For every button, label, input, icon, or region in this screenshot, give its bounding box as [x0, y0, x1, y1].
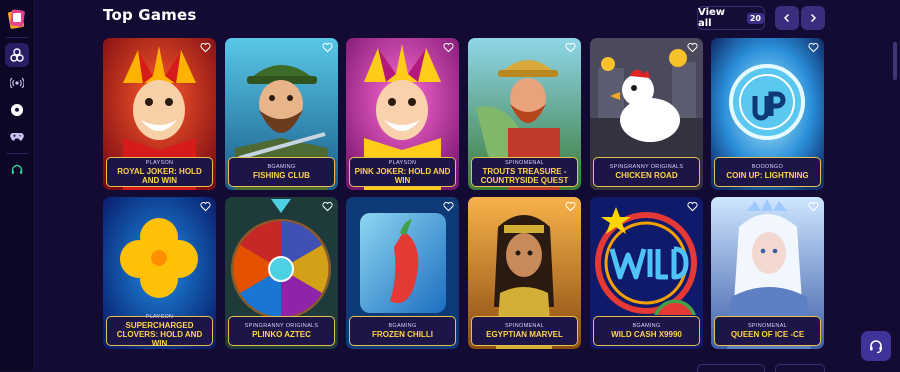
favorite-heart-icon[interactable] — [200, 201, 211, 212]
favorite-heart-icon[interactable] — [443, 42, 454, 53]
headset-icon — [11, 164, 23, 174]
favorite-heart-icon[interactable] — [808, 42, 819, 53]
game-card-coin-up-lightning[interactable]: BOOONGO COIN UP: LIGHTNING — [711, 38, 824, 190]
headset-icon — [870, 340, 882, 354]
logo-icon[interactable] — [7, 8, 27, 30]
game-provider: SPINOMENAL — [504, 159, 545, 166]
game-provider: BGAMING — [267, 164, 296, 170]
view-all-count-badge: 20 — [746, 12, 764, 24]
sidebar-item-casino[interactable] — [5, 43, 29, 67]
next-section-view-all-button[interactable] — [697, 364, 765, 372]
favorite-heart-icon[interactable] — [565, 201, 576, 212]
game-name: ROYAL JOKER: HOLD AND WIN — [117, 166, 202, 185]
game-label: SPINGRANNY ORIGINALS PLINKO AZTEC — [228, 316, 335, 346]
game-card-wild-cash[interactable]: BGAMING WILD CASH X9990 — [590, 197, 703, 349]
favorite-heart-icon[interactable] — [322, 201, 333, 212]
game-name: SUPERCHARGED CLOVERS: HOLD AND WIN — [116, 321, 203, 348]
favorite-heart-icon[interactable] — [687, 42, 698, 53]
game-name: FISHING CLUB — [253, 171, 310, 180]
game-card-trouts-treasure[interactable]: SPINOMENAL TROUTS TREASURE - COUNTRYSIDE… — [468, 38, 581, 190]
game-label: PLAYSON ROYAL JOKER: HOLD AND WIN — [106, 157, 213, 187]
game-name: PINK JOKER: HOLD AND WIN — [354, 166, 451, 185]
game-name: WILD CASH X9990 — [611, 330, 682, 339]
game-provider: BOOONGO — [751, 164, 784, 170]
game-provider: SPINOMENAL — [504, 323, 545, 329]
game-label: BOOONGO COIN UP: LIGHTNING — [714, 157, 821, 187]
game-name: FROZEN CHILLI — [372, 330, 433, 339]
game-card-frozen-chilli[interactable]: BGAMING FROZEN CHILLI — [346, 197, 459, 349]
game-provider: PLAYSON — [145, 314, 174, 320]
game-label: BGAMING WILD CASH X9990 — [593, 316, 700, 346]
game-name: QUEEN OF ICE -CE — [730, 330, 805, 339]
game-card-fishing-club[interactable]: BGAMING FISHING CLUB — [225, 38, 338, 190]
sidebar-item-support[interactable] — [5, 158, 29, 182]
game-label: SPINGRANNY ORIGINALS CHICKEN ROAD — [593, 157, 700, 187]
next-button[interactable] — [801, 6, 825, 30]
game-name: PLINKO AZTEC — [252, 330, 311, 339]
page-scrollbar-thumb[interactable] — [893, 42, 897, 80]
sidebar — [0, 0, 35, 370]
chevron-right-icon — [810, 13, 817, 23]
soccer-ball-icon — [11, 104, 23, 116]
game-label: PLAYSON SUPERCHARGED CLOVERS: HOLD AND W… — [106, 314, 213, 348]
game-provider: BGAMING — [632, 323, 661, 329]
view-all-label: View all — [698, 7, 726, 29]
sidebar-divider — [6, 37, 28, 38]
poker-chips-icon — [10, 48, 24, 62]
view-all-button[interactable]: View all 20 — [697, 6, 765, 30]
favorite-heart-icon[interactable] — [322, 42, 333, 53]
game-provider: SPINGRANNY ORIGINALS — [244, 323, 319, 329]
game-name: CHICKEN ROAD — [615, 171, 678, 180]
game-label: BGAMING FISHING CLUB — [228, 157, 335, 187]
game-provider: BGAMING — [388, 323, 417, 329]
section-title: Top Games — [103, 6, 197, 24]
game-card-queen-of-ice[interactable]: SPINOMENAL QUEEN OF ICE -CE — [711, 197, 824, 349]
support-chat-button[interactable] — [861, 331, 891, 361]
next-section-nav-buttons[interactable] — [775, 364, 825, 372]
game-card-egyptian-marvel[interactable]: SPINOMENAL EGYPTIAN MARVEL — [468, 197, 581, 349]
game-label: SPINOMENAL TROUTS TREASURE - COUNTRYSIDE… — [471, 157, 578, 187]
sidebar-divider — [6, 153, 28, 154]
favorite-heart-icon[interactable] — [687, 201, 698, 212]
live-broadcast-icon — [10, 77, 24, 89]
previous-button[interactable] — [775, 6, 799, 30]
game-provider: SPINGRANNY ORIGINALS — [609, 164, 684, 170]
game-card-supercharged-clovers[interactable]: PLAYSON SUPERCHARGED CLOVERS: HOLD AND W… — [103, 197, 216, 349]
favorite-heart-icon[interactable] — [808, 201, 819, 212]
game-provider: PLAYSON — [388, 159, 417, 166]
game-label: PLAYSON PINK JOKER: HOLD AND WIN — [349, 157, 456, 187]
game-label: SPINOMENAL QUEEN OF ICE -CE — [714, 316, 821, 346]
game-name: EGYPTIAN MARVEL — [486, 330, 563, 339]
sidebar-item-sports[interactable] — [5, 98, 29, 122]
sidebar-item-live[interactable] — [5, 71, 29, 95]
favorite-heart-icon[interactable] — [200, 42, 211, 53]
game-card-royal-joker[interactable]: PLAYSON ROYAL JOKER: HOLD AND WIN — [103, 38, 216, 190]
game-label: SPINOMENAL EGYPTIAN MARVEL — [471, 316, 578, 346]
favorite-heart-icon[interactable] — [443, 201, 454, 212]
game-card-pink-joker[interactable]: PLAYSON PINK JOKER: HOLD AND WIN — [346, 38, 459, 190]
game-name: TROUTS TREASURE - COUNTRYSIDE QUEST — [480, 166, 569, 185]
game-name: COIN UP: LIGHTNING — [726, 171, 809, 180]
game-provider: SPINOMENAL — [747, 323, 788, 329]
game-card-chicken-road[interactable]: SPINGRANNY ORIGINALS CHICKEN ROAD — [590, 38, 703, 190]
game-label: BGAMING FROZEN CHILLI — [349, 316, 456, 346]
favorite-heart-icon[interactable] — [565, 42, 576, 53]
sidebar-item-games[interactable] — [5, 124, 29, 148]
game-card-plinko-aztec[interactable]: SPINGRANNY ORIGINALS PLINKO AZTEC — [225, 197, 338, 349]
game-provider: PLAYSON — [145, 159, 174, 166]
gamepad-icon — [10, 133, 24, 141]
chevron-left-icon — [783, 13, 790, 23]
